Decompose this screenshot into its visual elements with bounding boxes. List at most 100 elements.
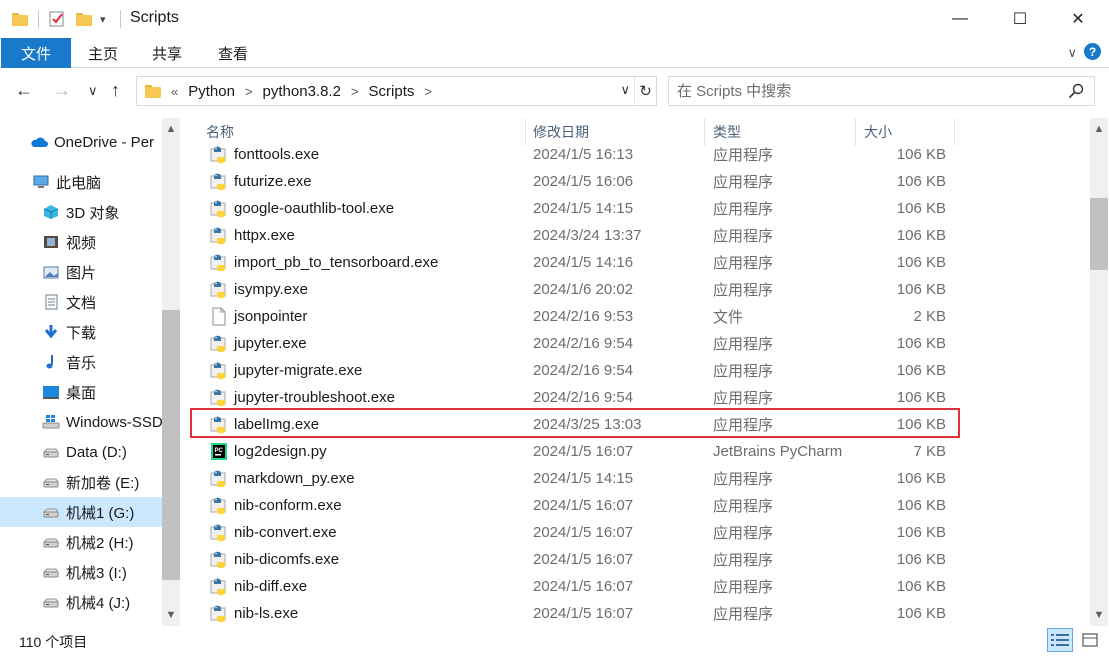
breadcrumb-separator[interactable]: > <box>241 84 257 99</box>
search-input[interactable] <box>677 81 1057 101</box>
file-name: nib-diff.exe <box>234 578 308 595</box>
file-row[interactable]: jupyter.exe 2024/2/16 9:54 应用程序 106 KB <box>188 330 1088 357</box>
file-name: nib-ls.exe <box>234 605 299 622</box>
python-exe-icon <box>210 388 228 407</box>
file-row[interactable]: PC log2design.py 2024/1/5 16:07 JetBrains P… <box>188 438 1088 465</box>
expand-ribbon-icon[interactable]: ∨ <box>1067 45 1077 61</box>
sidebar-item[interactable]: 图片 <box>0 257 162 287</box>
python-exe-icon <box>210 604 228 623</box>
sidebar-item[interactable]: 桌面 <box>0 377 162 407</box>
sidebar-scrollbar-thumb[interactable] <box>162 310 180 580</box>
file-row[interactable]: isympy.exe 2024/1/6 20:02 应用程序 106 KB <box>188 276 1088 303</box>
sidebar-item-label: OneDrive - Per <box>54 133 155 151</box>
status-bar: 110 个项目 <box>0 626 1109 656</box>
address-bar[interactable]: « Python > python3.8.2 > Scripts > ∨ ↻ <box>136 76 657 106</box>
sidebar-scroll-up-icon[interactable]: ▲ <box>162 120 180 138</box>
breadcrumb-separator[interactable]: > <box>420 84 436 99</box>
file-row[interactable]: nib-convert.exe 2024/1/5 16:07 应用程序 106 KB <box>188 519 1088 546</box>
file-size: 106 KB <box>896 281 946 298</box>
file-type: 文件 <box>713 309 744 326</box>
sidebar-item[interactable]: Data (D:) <box>0 437 162 467</box>
sidebar-item[interactable]: 机械2 (H:) <box>0 527 162 557</box>
sidebar-item-label: 新加卷 (E:) <box>66 474 140 492</box>
folder-icon <box>12 8 28 30</box>
tab-home[interactable]: 主页 <box>78 38 128 68</box>
file-name: nib-conform.exe <box>234 497 342 514</box>
file-row[interactable]: import_pb_to_tensorboard.exe 2024/1/5 14:… <box>188 249 1088 276</box>
file-row[interactable]: nib-ls.exe 2024/1/5 16:07 应用程序 106 KB <box>188 600 1088 626</box>
file-row[interactable]: nib-conform.exe 2024/1/5 16:07 应用程序 106 KB <box>188 492 1088 519</box>
new-folder-icon[interactable] <box>76 8 92 30</box>
sidebar-item[interactable]: OneDrive - Per <box>0 127 162 157</box>
breadcrumb-separator[interactable]: > <box>347 84 363 99</box>
breadcrumb-python382[interactable]: python3.8.2 <box>257 83 347 100</box>
file-name: log2design.py <box>234 443 327 460</box>
sidebar-item[interactable]: 此电脑 <box>0 167 162 197</box>
breadcrumb-scripts[interactable]: Scripts <box>363 83 421 100</box>
close-button[interactable]: ✕ <box>1055 0 1101 38</box>
drive-icon <box>42 444 60 460</box>
sidebar-item[interactable]: 音乐 <box>0 347 162 377</box>
sidebar-item[interactable]: Windows-SSD <box>0 407 162 437</box>
file-name: futurize.exe <box>234 173 312 190</box>
sidebar-item[interactable]: 视频 <box>0 227 162 257</box>
file-row[interactable]: labelImg.exe 2024/3/25 13:03 应用程序 106 KB <box>188 411 1088 438</box>
file-name: import_pb_to_tensorboard.exe <box>234 254 439 271</box>
search-box[interactable] <box>668 76 1095 106</box>
sidebar-item-label: 音乐 <box>66 354 97 372</box>
sidebar-item[interactable]: 机械1 (G:) <box>0 497 162 527</box>
file-row[interactable]: nib-dicomfs.exe 2024/1/5 16:07 应用程序 106 KB <box>188 546 1088 573</box>
refresh-button[interactable]: ↻ <box>634 77 656 105</box>
address-dropdown-button[interactable]: ∨ <box>620 82 630 98</box>
large-icons-view-icon <box>1082 633 1098 647</box>
sidebar-item[interactable]: 下载 <box>0 317 162 347</box>
breadcrumb-python[interactable]: Python <box>182 83 241 100</box>
file-name: labelImg.exe <box>234 416 320 433</box>
recent-locations-button[interactable]: ∨ <box>88 83 98 99</box>
file-row[interactable]: jupyter-migrate.exe 2024/2/16 9:54 应用程序 106… <box>188 357 1088 384</box>
title-bar: ▾ Scripts — ☐ ✕ <box>0 0 1109 38</box>
sidebar-item[interactable]: 机械4 (J:) <box>0 587 162 617</box>
file-row[interactable]: jsonpointer 2024/2/16 9:53 文件 2 KB <box>188 303 1088 330</box>
help-icon[interactable]: ? <box>1084 43 1101 60</box>
sidebar-item[interactable]: 新加卷 (E:) <box>0 467 162 497</box>
tab-view[interactable]: 查看 <box>208 38 258 68</box>
file-row[interactable]: jupyter-troubleshoot.exe 2024/2/16 9:54 应用… <box>188 384 1088 411</box>
file-list-scroll-down-icon[interactable]: ▼ <box>1090 606 1108 624</box>
up-button[interactable]: ↑ <box>111 80 120 101</box>
properties-icon[interactable] <box>48 8 66 30</box>
tab-share[interactable]: 共享 <box>142 38 192 68</box>
python-exe-icon <box>210 145 228 164</box>
tab-file[interactable]: 文件 <box>1 38 71 68</box>
minimize-button[interactable]: — <box>937 0 983 38</box>
file-row[interactable]: httpx.exe 2024/3/24 13:37 应用程序 106 KB <box>188 222 1088 249</box>
sidebar-item[interactable]: 文档 <box>0 287 162 317</box>
file-row[interactable]: google-oauthlib-tool.exe 2024/1/5 14:15 应用… <box>188 195 1088 222</box>
customize-quick-access-icon[interactable]: ▾ <box>100 8 106 30</box>
maximize-button[interactable]: ☐ <box>997 0 1043 38</box>
file-row[interactable]: markdown_py.exe 2024/1/5 14:15 应用程序 106 KB <box>188 465 1088 492</box>
drive-icon <box>42 564 60 580</box>
sidebar-item[interactable]: 3D 对象 <box>0 197 162 227</box>
sidebar-item[interactable]: 机械3 (I:) <box>0 557 162 587</box>
python-exe-icon <box>210 469 228 488</box>
file-type: JetBrains PyCharm <box>713 443 843 460</box>
file-list-scroll-up-icon[interactable]: ▲ <box>1090 120 1108 138</box>
file-modified: 2024/2/16 9:54 <box>533 389 634 406</box>
file-modified: 2024/1/5 16:13 <box>533 146 634 163</box>
forward-button[interactable]: → <box>53 80 71 101</box>
file-row[interactable]: nib-diff.exe 2024/1/5 16:07 应用程序 106 KB <box>188 573 1088 600</box>
item-count: 110 个项目 <box>19 634 88 650</box>
back-button[interactable]: ← <box>15 80 33 101</box>
file-list-scrollbar-track[interactable] <box>1090 118 1108 626</box>
drive-icon <box>42 594 60 610</box>
search-icon[interactable] <box>1068 83 1084 99</box>
overflow-breadcrumb[interactable]: « <box>167 84 182 99</box>
file-row[interactable]: fonttools.exe 2024/1/5 16:13 应用程序 106 KB <box>188 141 1088 168</box>
sidebar-scroll-down-icon[interactable]: ▼ <box>162 606 180 624</box>
file-list-scrollbar-thumb[interactable] <box>1090 198 1108 270</box>
details-view-button[interactable] <box>1047 628 1073 652</box>
large-icons-view-button[interactable] <box>1077 628 1103 652</box>
file-row[interactable]: futurize.exe 2024/1/5 16:06 应用程序 106 KB <box>188 168 1088 195</box>
file-modified: 2024/2/16 9:53 <box>533 308 634 325</box>
